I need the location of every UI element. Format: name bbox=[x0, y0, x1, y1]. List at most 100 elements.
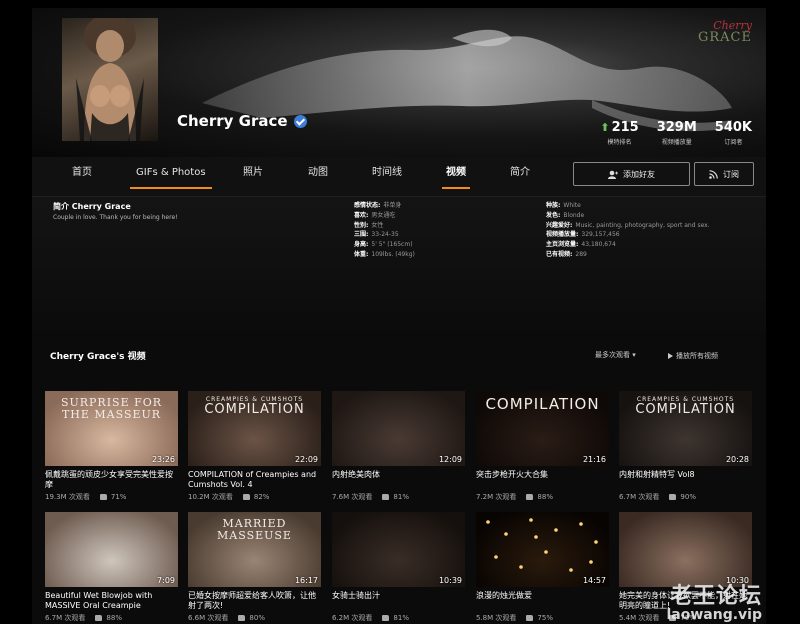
video-meta: 7.2M 次观看 88% bbox=[476, 492, 609, 502]
thumbnail-overlay-line: SURPRISE FOR bbox=[60, 396, 163, 409]
video-thumbnail[interactable]: CREAMPIES & CUMSHOTS COMPILATION 20:28 bbox=[619, 391, 752, 466]
tab-timeline[interactable]: 时间线 bbox=[372, 157, 402, 197]
thumbnail-overlay-text: COMPILATION bbox=[476, 395, 609, 413]
thumbnail-overlay-line: COMPILATION bbox=[485, 395, 600, 413]
video-views: 10.2M 次观看 bbox=[188, 493, 233, 501]
play-icon bbox=[668, 353, 673, 359]
video-title[interactable]: 内射和射精特写 Vol8 bbox=[619, 470, 752, 490]
video-rating: 90% bbox=[680, 493, 696, 501]
stat-subscribers-label: 订阅者 bbox=[724, 139, 743, 146]
detail-video-count: 已有视频: 289 bbox=[546, 250, 587, 258]
avatar[interactable] bbox=[62, 18, 158, 141]
thumbs-up-icon bbox=[526, 494, 534, 500]
video-card[interactable]: 10:39 女骑士骑出汁 6.2M 次观看 81% bbox=[332, 512, 465, 623]
stat-video-views-label: 视频播放量 bbox=[661, 139, 692, 146]
video-duration: 22:09 bbox=[294, 455, 318, 464]
video-card[interactable]: CREAMPIES & CUMSHOTS COMPILATION 22:09 COMP… bbox=[188, 391, 321, 502]
video-title[interactable]: 已婚女按摩师超爱给客人吹箫，让他射了两次! bbox=[188, 591, 321, 611]
thumbnail-overlay-line: MARRIED MASSEUSE bbox=[217, 517, 292, 542]
tab-about[interactable]: 简介 bbox=[510, 157, 530, 197]
video-title[interactable]: Beautiful Wet Blowjob with MASSIVE Oral … bbox=[45, 591, 178, 611]
add-friend-icon bbox=[608, 170, 618, 179]
add-friend-button[interactable]: 添加好友 bbox=[573, 162, 690, 186]
video-thumbnail[interactable]: MARRIED MASSEUSE 16:17 bbox=[188, 512, 321, 587]
watermark-logo: 老王论坛 laowang.vip bbox=[667, 584, 763, 623]
video-title[interactable]: 浪漫的烛光做爱 bbox=[476, 591, 609, 611]
video-meta: 6.6M 次观看 80% bbox=[188, 613, 321, 623]
video-thumbnail[interactable]: SURPRISE FOR THE MASSEUR 23:26 bbox=[45, 391, 178, 466]
video-views: 6.2M 次观看 bbox=[332, 614, 373, 622]
video-title[interactable]: COMPILATION of Creampies and Cumshots Vo… bbox=[188, 470, 321, 490]
video-duration: 7:09 bbox=[157, 576, 175, 585]
thumbnail-overlay-line: THE MASSEUR bbox=[61, 407, 162, 421]
thumbs-up-icon bbox=[669, 494, 677, 500]
video-meta: 6.7M 次观看 88% bbox=[45, 613, 178, 623]
video-meta: 19.3M 次观看 71% bbox=[45, 492, 178, 502]
video-duration: 10:39 bbox=[438, 576, 462, 585]
subscribe-label: 订阅 bbox=[723, 169, 739, 179]
about-details-col1: 感情状态: 非单身 喜欢: 男女通吃 性别: 女性 三围: 33-24-35 身高: 5'… bbox=[354, 201, 415, 260]
video-thumbnail[interactable]: CREAMPIES & CUMSHOTS COMPILATION 22:09 bbox=[188, 391, 321, 466]
video-rating: 81% bbox=[393, 614, 409, 622]
subscribe-button[interactable]: 订阅 bbox=[694, 162, 754, 186]
rss-icon bbox=[709, 169, 718, 179]
tab-home[interactable]: 首页 bbox=[72, 157, 92, 197]
video-rating: 88% bbox=[106, 614, 122, 622]
video-title[interactable]: 女骑士骑出汁 bbox=[332, 591, 465, 611]
play-all-link[interactable]: 播放所有视频 bbox=[668, 351, 718, 361]
tab-gifs-photos[interactable]: GIFs & Photos bbox=[130, 157, 212, 197]
video-duration: 16:17 bbox=[294, 576, 318, 585]
tab-gifs[interactable]: 动图 bbox=[308, 157, 328, 197]
thumbs-up-icon bbox=[238, 615, 246, 621]
video-title[interactable]: 突击步枪开火大合集 bbox=[476, 470, 609, 490]
video-duration: 23:26 bbox=[151, 455, 175, 464]
stat-subscribers: 540K 订阅者 bbox=[715, 120, 752, 146]
video-views: 6.7M 次观看 bbox=[619, 493, 660, 501]
video-views: 5.8M 次观看 bbox=[476, 614, 517, 622]
about-details-col2: 种族: White 发色: Blonde 兴趣爱好: Music, painting,… bbox=[546, 201, 710, 260]
video-thumbnail[interactable]: 10:39 bbox=[332, 512, 465, 587]
video-card[interactable]: CREAMPIES & CUMSHOTS COMPILATION 20:28 内射和射… bbox=[619, 391, 752, 502]
cover-logo-word: GRACE bbox=[698, 30, 752, 45]
thumbnail-overlay-line: COMPILATION bbox=[635, 402, 736, 418]
video-meta: 6.2M 次观看 81% bbox=[332, 613, 465, 623]
thumbnail-overlay-line: COMPILATION bbox=[204, 402, 305, 418]
stat-rank: ⬆ 215 模特排名 bbox=[600, 120, 638, 146]
thumbnail-overlay-text: CREAMPIES & CUMSHOTS COMPILATION bbox=[619, 396, 752, 418]
video-title[interactable]: 内射绝美肉体 bbox=[332, 470, 465, 490]
video-card[interactable]: COMPILATION 21:16 突击步枪开火大合集 7.2M 次观看 88% bbox=[476, 391, 609, 502]
video-thumbnail[interactable]: COMPILATION 21:16 bbox=[476, 391, 609, 466]
video-card[interactable]: SURPRISE FOR THE MASSEUR 23:26 佩戴跳蛋的顽皮少女享受完… bbox=[45, 391, 178, 502]
stat-video-views: 329M 视频播放量 bbox=[657, 120, 697, 146]
stat-video-views-value: 329M bbox=[656, 120, 697, 135]
video-thumbnail[interactable]: 12:09 bbox=[332, 391, 465, 466]
watermark-text: 老王论坛 bbox=[669, 584, 762, 609]
detail-ethnicity: 种族: White bbox=[546, 202, 581, 209]
video-title[interactable]: 佩戴跳蛋的顽皮少女享受完美性爱按摩 bbox=[45, 470, 178, 490]
sort-dropdown[interactable]: 最多次观看 ▾ bbox=[595, 350, 636, 360]
tab-videos[interactable]: 视频 bbox=[442, 157, 470, 197]
detail-hair-color: 发色: Blonde bbox=[546, 211, 585, 219]
video-card[interactable]: MARRIED MASSEUSE 16:17 已婚女按摩师超爱给客人吹箫，让他射了两… bbox=[188, 512, 321, 623]
video-thumbnail[interactable]: 7:09 bbox=[45, 512, 178, 587]
profile-cover: Cherry GRACE Cherry Grace ⬆ 215 模特排名 329… bbox=[32, 8, 766, 157]
videos-section-title: Cherry Grace's 视频 bbox=[50, 352, 146, 362]
video-rating: 88% bbox=[537, 493, 553, 501]
video-card[interactable]: 7:09 Beautiful Wet Blowjob with MASSIVE O… bbox=[45, 512, 178, 623]
video-card[interactable]: 14:57 浪漫的烛光做爱 5.8M 次观看 75% bbox=[476, 512, 609, 623]
thumbs-up-icon bbox=[382, 494, 390, 500]
tab-photos[interactable]: 照片 bbox=[243, 157, 263, 197]
video-views: 6.7M 次观看 bbox=[45, 614, 86, 622]
video-card[interactable]: 12:09 内射绝美肉体 7.6M 次观看 81% bbox=[332, 391, 465, 502]
stat-rank-label: 模特排名 bbox=[607, 139, 632, 146]
video-views: 6.6M 次观看 bbox=[188, 614, 229, 622]
profile-stats: ⬆ 215 模特排名 329M 视频播放量 540K 订阅者 bbox=[600, 120, 752, 146]
video-thumbnail[interactable]: 14:57 bbox=[476, 512, 609, 587]
video-duration: 14:57 bbox=[582, 576, 606, 585]
cover-logo: Cherry GRACE bbox=[698, 20, 752, 44]
video-duration: 20:28 bbox=[725, 455, 749, 464]
stat-subscribers-value: 540K bbox=[714, 120, 752, 135]
video-meta: 7.6M 次观看 81% bbox=[332, 492, 465, 502]
video-thumbnail[interactable]: 10:30 bbox=[619, 512, 752, 587]
profile-page: Cherry GRACE Cherry Grace ⬆ 215 模特排名 329… bbox=[32, 8, 766, 624]
